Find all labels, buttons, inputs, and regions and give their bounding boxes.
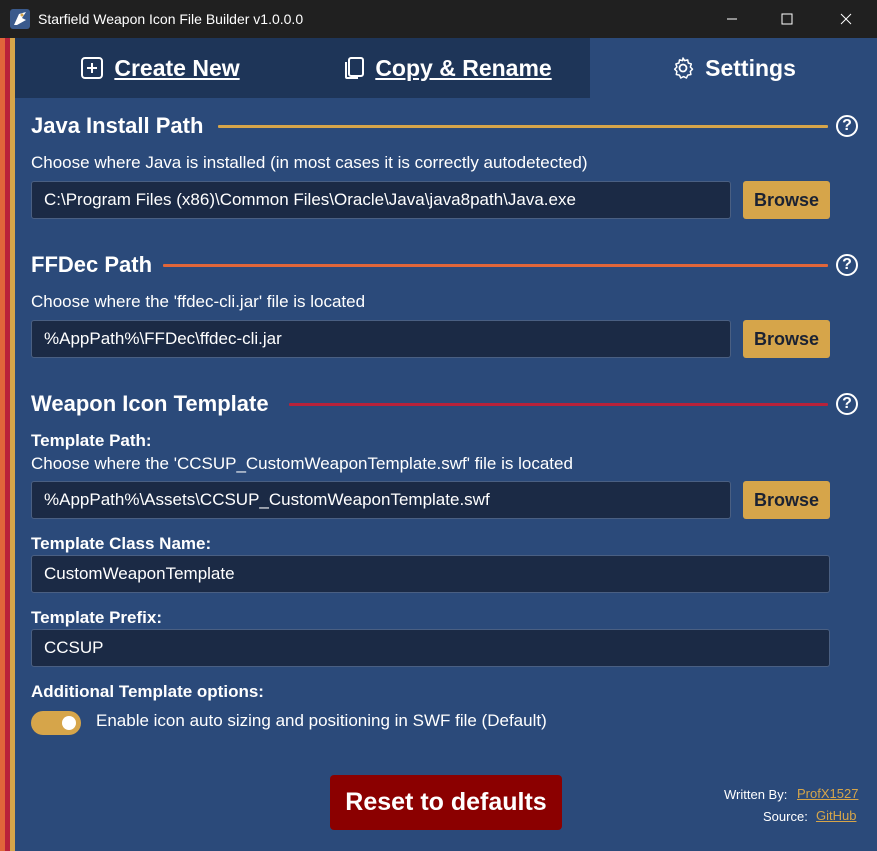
ffdec-description: Choose where the 'ffdec-cli.jar' file is…	[31, 292, 366, 311]
tab-create-new[interactable]: Create New	[15, 38, 305, 98]
template-path-label: Template Path:	[31, 431, 152, 450]
decorative-stripes	[0, 38, 15, 851]
ffdec-path-value: %AppPath%\FFDec\ffdec-cli.jar	[44, 329, 282, 348]
java-browse-button[interactable]: Browse	[743, 181, 830, 219]
title-bar[interactable]: Starfield Weapon Icon File Builder v1.0.…	[0, 0, 877, 38]
template-options-label: Additional Template options:	[31, 682, 264, 701]
ffdec-section-divider	[163, 264, 828, 267]
template-section-divider	[289, 403, 828, 406]
template-path-value: %AppPath%\Assets\CCSUP_CustomWeaponTempl…	[44, 490, 490, 509]
reset-defaults-button[interactable]: Reset to defaults	[330, 775, 562, 830]
app-logo-icon	[10, 9, 30, 29]
gear-icon	[674, 57, 694, 79]
auto-size-toggle-label: Enable icon auto sizing and positioning …	[96, 711, 547, 730]
tab-bar: Create New Copy & Rename Settings	[15, 38, 877, 98]
template-prefix-value: CCSUP	[44, 638, 104, 657]
template-class-value: CustomWeaponTemplate	[44, 564, 235, 583]
plus-square-icon	[81, 57, 104, 79]
close-button[interactable]	[817, 0, 875, 38]
minimize-button[interactable]	[703, 0, 761, 38]
template-path-input[interactable]: %AppPath%\Assets\CCSUP_CustomWeaponTempl…	[31, 481, 731, 519]
written-by-label: Written By:	[724, 787, 788, 802]
copy-icon	[345, 57, 365, 79]
window-title: Starfield Weapon Icon File Builder v1.0.…	[38, 11, 304, 27]
template-help-icon[interactable]: ?	[836, 393, 858, 415]
template-path-description: Choose where the 'CCSUP_CustomWeaponTemp…	[31, 454, 573, 473]
ffdec-path-input[interactable]: %AppPath%\FFDec\ffdec-cli.jar	[31, 320, 731, 358]
close-icon	[840, 13, 852, 25]
help-glyph: ?	[842, 395, 852, 412]
java-description: Choose where Java is installed (in most …	[31, 153, 588, 172]
maximize-icon	[781, 13, 793, 25]
tab-label: Copy & Rename	[375, 54, 552, 81]
template-section-title: Weapon Icon Template	[31, 391, 269, 416]
java-section-title: Java Install Path	[31, 113, 204, 138]
auto-size-toggle[interactable]	[31, 711, 81, 735]
help-glyph: ?	[842, 117, 852, 134]
template-class-input[interactable]: CustomWeaponTemplate	[31, 555, 830, 593]
java-section-divider	[218, 125, 828, 128]
app-window: Starfield Weapon Icon File Builder v1.0.…	[0, 0, 877, 851]
java-path-input[interactable]: C:\Program Files (x86)\Common Files\Orac…	[31, 181, 731, 219]
tab-label: Create New	[114, 54, 240, 81]
java-path-value: C:\Program Files (x86)\Common Files\Orac…	[44, 190, 576, 209]
template-prefix-input[interactable]: CCSUP	[31, 629, 830, 667]
ffdec-browse-button[interactable]: Browse	[743, 320, 830, 358]
template-class-label: Template Class Name:	[31, 534, 212, 553]
github-link[interactable]: GitHub	[816, 808, 856, 823]
tab-copy-rename[interactable]: Copy & Rename	[305, 38, 590, 98]
ffdec-help-icon[interactable]: ?	[836, 254, 858, 276]
tab-settings[interactable]: Settings	[590, 38, 877, 98]
java-help-icon[interactable]: ?	[836, 115, 858, 137]
toggle-knob	[62, 716, 76, 730]
help-glyph: ?	[842, 256, 852, 273]
maximize-button[interactable]	[758, 0, 816, 38]
template-browse-button[interactable]: Browse	[743, 481, 830, 519]
ffdec-section-title: FFDec Path	[31, 252, 153, 277]
template-prefix-label: Template Prefix:	[31, 608, 163, 627]
source-label: Source:	[763, 809, 808, 824]
tab-label: Settings	[705, 54, 796, 81]
minimize-icon	[727, 18, 737, 20]
author-link[interactable]: ProfX1527	[797, 786, 858, 801]
